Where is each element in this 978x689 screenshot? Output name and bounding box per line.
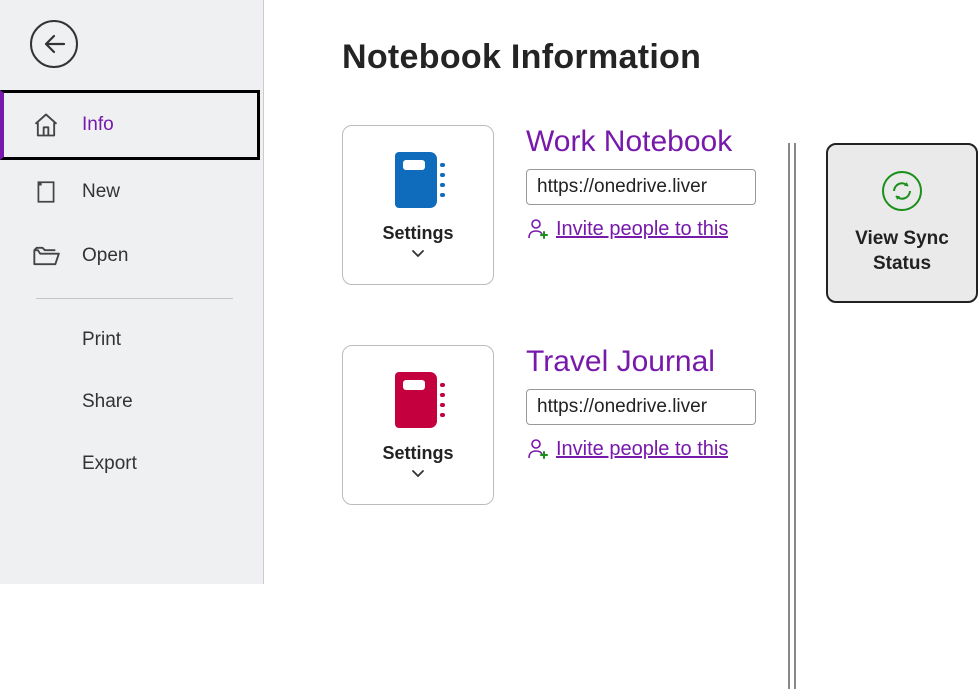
page-title: Notebook Information [342,38,838,77]
sync-icon [880,169,924,213]
notebook-icon [395,152,441,208]
main-content: Notebook Information Settings Work Noteb… [264,0,978,584]
sync-column: View Sync Status [796,38,978,584]
vertical-divider [788,143,796,689]
sync-label: View Sync Status [828,227,976,276]
notebook-row: Settings Travel Journal [342,345,838,505]
notebook-info-column: Notebook Information Settings Work Noteb… [342,38,838,584]
invite-people-link[interactable]: Invite people to this [556,218,728,241]
invite-people-icon [526,217,550,241]
sidebar-label-export: Export [82,453,137,474]
notebook-url-field[interactable] [526,169,756,205]
sidebar-item-info[interactable]: Info [0,90,260,160]
home-icon [32,111,60,139]
sidebar-divider [36,298,233,299]
sidebar-label-new: New [82,181,120,203]
sidebar-label-open: Open [82,245,128,267]
sidebar-item-share[interactable]: Share [0,371,263,433]
sidebar-item-export[interactable]: Export [0,433,263,495]
notebook-settings-button[interactable]: Settings [342,345,494,505]
sidebar-label-share: Share [82,391,133,412]
sidebar-label-print: Print [82,329,121,350]
chevron-down-icon [411,248,425,258]
invite-people-link[interactable]: Invite people to this [556,438,728,461]
sidebar-item-open[interactable]: Open [0,224,263,288]
settings-label: Settings [382,222,453,257]
document-icon [32,178,60,206]
view-sync-status-button[interactable]: View Sync Status [826,143,978,303]
back-button[interactable] [30,20,78,68]
notebook-icon [395,372,441,428]
back-arrow-icon [42,32,66,56]
sidebar-item-new[interactable]: New [0,160,263,224]
notebook-row: Settings Work Notebook [342,125,838,285]
notebook-url-field[interactable] [526,389,756,425]
notebook-settings-button[interactable]: Settings [342,125,494,285]
sidebar-item-print[interactable]: Print [0,309,263,371]
sidebar-label-info: Info [82,114,114,136]
settings-label: Settings [382,442,453,477]
chevron-down-icon [411,468,425,478]
folder-open-icon [32,242,60,270]
backstage-sidebar: Info New Open Print Share Export [0,0,264,584]
invite-people-icon [526,437,550,461]
